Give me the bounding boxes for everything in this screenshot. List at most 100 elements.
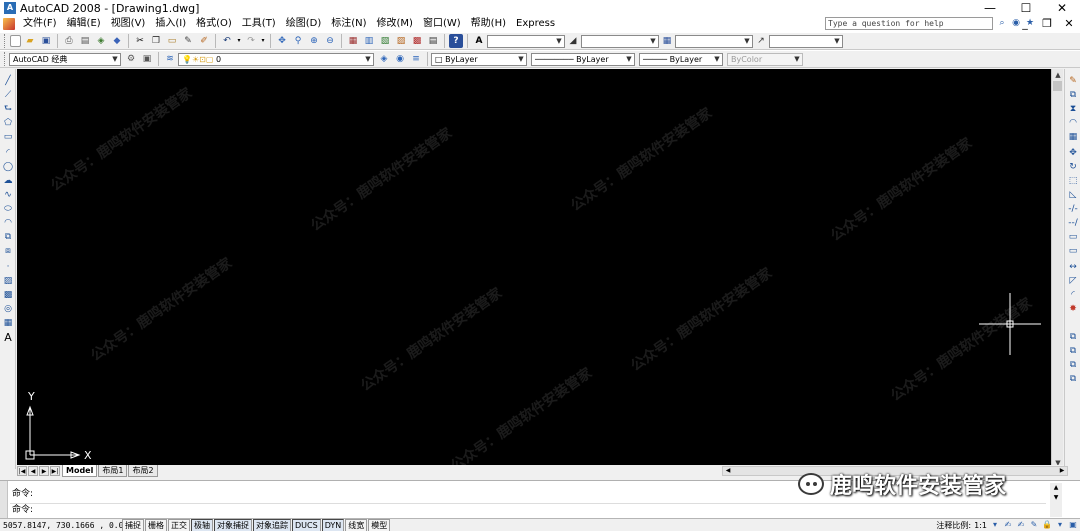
ortho-toggle[interactable]: 正交 — [168, 518, 190, 531]
command-input[interactable] — [10, 503, 1046, 517]
zoom-previous-icon[interactable]: ⊖ — [323, 34, 337, 48]
maximize-button[interactable]: ☐ — [1008, 0, 1044, 16]
doc-restore-button[interactable]: ❐ — [1036, 16, 1058, 32]
calculator-icon[interactable]: ▤ — [426, 34, 440, 48]
search-icon[interactable]: ⌕ — [996, 18, 1008, 29]
menu-window[interactable]: 窗口(W) — [418, 16, 466, 32]
circle-icon[interactable]: ◯ — [2, 161, 14, 173]
doc-close-button[interactable]: ✕ — [1058, 16, 1080, 32]
scroll-up-icon[interactable]: ▲ — [1052, 69, 1064, 81]
scroll-right-icon[interactable]: ▶ — [1057, 467, 1067, 475]
menu-express[interactable]: Express — [511, 16, 560, 32]
text-style-icon[interactable]: A — [472, 34, 486, 48]
fillet-icon[interactable]: ◜ — [1067, 289, 1079, 301]
zoom-window-icon[interactable]: ⊕ — [307, 34, 321, 48]
construction-line-icon[interactable]: ⟋ — [2, 89, 14, 101]
autocad-app-icon[interactable]: A — [4, 2, 16, 14]
copy-object-icon[interactable]: ⧉ — [1067, 89, 1079, 101]
rectangle-icon[interactable]: ▭ — [2, 131, 14, 143]
scroll-left-icon[interactable]: ◀ — [723, 467, 733, 475]
multileader-style-icon[interactable]: ↗ — [754, 34, 768, 48]
zoom-realtime-icon[interactable]: ⚲ — [291, 34, 305, 48]
move-icon[interactable]: ✥ — [1067, 147, 1079, 159]
toolbar-grip[interactable] — [4, 52, 7, 66]
menu-insert[interactable]: 插入(I) — [150, 16, 191, 32]
ellipse-icon[interactable]: ⬭ — [2, 203, 14, 215]
text-style-combo[interactable]: ▼ — [487, 34, 565, 48]
menu-help[interactable]: 帮助(H) — [466, 16, 511, 32]
tab-model[interactable]: Model — [62, 465, 98, 477]
doc-minimize-button[interactable]: _ — [1014, 16, 1036, 32]
vertical-scrollbar[interactable]: ▲ ▼ — [1051, 69, 1063, 469]
make-block-icon[interactable]: ⧈ — [2, 245, 14, 257]
redo-dropdown-icon[interactable]: ▾ — [260, 34, 266, 48]
polygon-icon[interactable]: ⬠ — [2, 117, 14, 129]
grid-toggle[interactable]: 栅格 — [145, 518, 167, 531]
multiline-text-icon[interactable]: A — [2, 332, 14, 344]
sheet-set-icon[interactable]: ▨ — [394, 34, 408, 48]
make-object-layer-current-icon[interactable]: ◈ — [377, 52, 391, 66]
scale-icon[interactable]: ⬚ — [1067, 175, 1079, 187]
menu-file[interactable]: 文件(F) — [18, 16, 62, 32]
dim-style-icon[interactable]: ◢ — [566, 34, 580, 48]
minimize-button[interactable]: — — [972, 0, 1008, 16]
layer-combo[interactable]: 💡☀⊡▢ 0 ▼ — [178, 52, 374, 66]
properties-icon[interactable]: ▦ — [346, 34, 360, 48]
multileader-style-combo[interactable]: ▼ — [769, 34, 843, 48]
workspace-combo[interactable]: AutoCAD 经典 ▼ — [9, 52, 121, 66]
command-scrollbar[interactable]: ▲ ▼ — [1050, 483, 1062, 517]
3d-dwf-icon[interactable]: ◆ — [110, 34, 124, 48]
paste-icon[interactable]: ▭ — [165, 34, 179, 48]
extend-icon[interactable]: --/ — [1067, 217, 1079, 229]
region-icon[interactable]: ◎ — [2, 303, 14, 315]
trim-icon[interactable]: -/- — [1067, 203, 1079, 215]
point-icon[interactable]: · — [2, 261, 14, 273]
auto-scale-icon[interactable]: ✍ — [1016, 520, 1026, 530]
coordinates-readout[interactable]: 5057.8147, 730.1666 , 0.0000 — [0, 521, 122, 530]
undo-dropdown-icon[interactable]: ▾ — [236, 34, 242, 48]
layer-manager-icon[interactable]: ≋ — [163, 52, 177, 66]
plot-icon[interactable]: ⎙ — [62, 34, 76, 48]
scroll-down-icon[interactable]: ▼ — [1050, 493, 1062, 503]
draw-order-icon[interactable]: ⧉ — [1067, 331, 1079, 343]
status-menu-icon[interactable]: ▾ — [1055, 520, 1065, 530]
snap-toggle[interactable]: 捕捉 — [122, 518, 144, 531]
chevron-down-icon[interactable]: ▾ — [990, 520, 1000, 530]
document-icon[interactable] — [3, 18, 15, 30]
lineweight-combo[interactable]: ───── ByLayer ▼ — [639, 52, 723, 66]
table-style-icon[interactable]: ▦ — [660, 34, 674, 48]
tool-palettes-icon[interactable]: ▧ — [378, 34, 392, 48]
publish-icon[interactable]: ◈ — [94, 34, 108, 48]
color-combo[interactable]: □ ByLayer ▼ — [431, 52, 527, 66]
layer-state-icon[interactable]: ≡ — [409, 52, 423, 66]
revision-cloud-icon[interactable]: ☁ — [2, 175, 14, 187]
copy-icon[interactable]: ❐ — [149, 34, 163, 48]
menu-draw[interactable]: 绘图(D) — [281, 16, 327, 32]
chamfer-icon[interactable]: ◸ — [1067, 275, 1079, 287]
line-icon[interactable]: ╱ — [2, 75, 14, 87]
redo-icon[interactable]: ↷ — [244, 34, 258, 48]
undo-icon[interactable]: ↶ — [220, 34, 234, 48]
break-icon[interactable]: ▭ — [1067, 245, 1079, 257]
send-to-back-icon[interactable]: ⧉ — [1067, 359, 1079, 371]
scroll-up-icon[interactable]: ▲ — [1050, 483, 1062, 493]
markup-set-icon[interactable]: ▩ — [410, 34, 424, 48]
help-search-input[interactable]: Type a question for help — [825, 17, 993, 30]
lock-icon[interactable]: 🔒 — [1042, 520, 1052, 530]
offset-icon[interactable]: ◠ — [1067, 117, 1079, 129]
menu-modify[interactable]: 修改(M) — [372, 16, 418, 32]
mirror-icon[interactable]: ⧗ — [1067, 103, 1079, 115]
insert-block-icon[interactable]: ⧉ — [2, 231, 14, 243]
join-icon[interactable]: ↔ — [1067, 261, 1079, 273]
plotstyle-combo[interactable]: ByColor ▼ — [727, 52, 803, 66]
last-tab-icon[interactable]: ▶| — [50, 466, 60, 476]
cut-icon[interactable]: ✂ — [133, 34, 147, 48]
toolbar-grip[interactable] — [4, 34, 7, 48]
table-icon[interactable]: ▦ — [2, 317, 14, 329]
ducs-toggle[interactable]: DUCS — [292, 518, 321, 531]
communication-icon[interactable]: ✎ — [1029, 520, 1039, 530]
next-tab-icon[interactable]: ▶ — [39, 466, 49, 476]
qnew-icon[interactable] — [10, 35, 21, 47]
scroll-thumb[interactable] — [1053, 81, 1062, 91]
command-window-grip[interactable] — [0, 481, 8, 519]
